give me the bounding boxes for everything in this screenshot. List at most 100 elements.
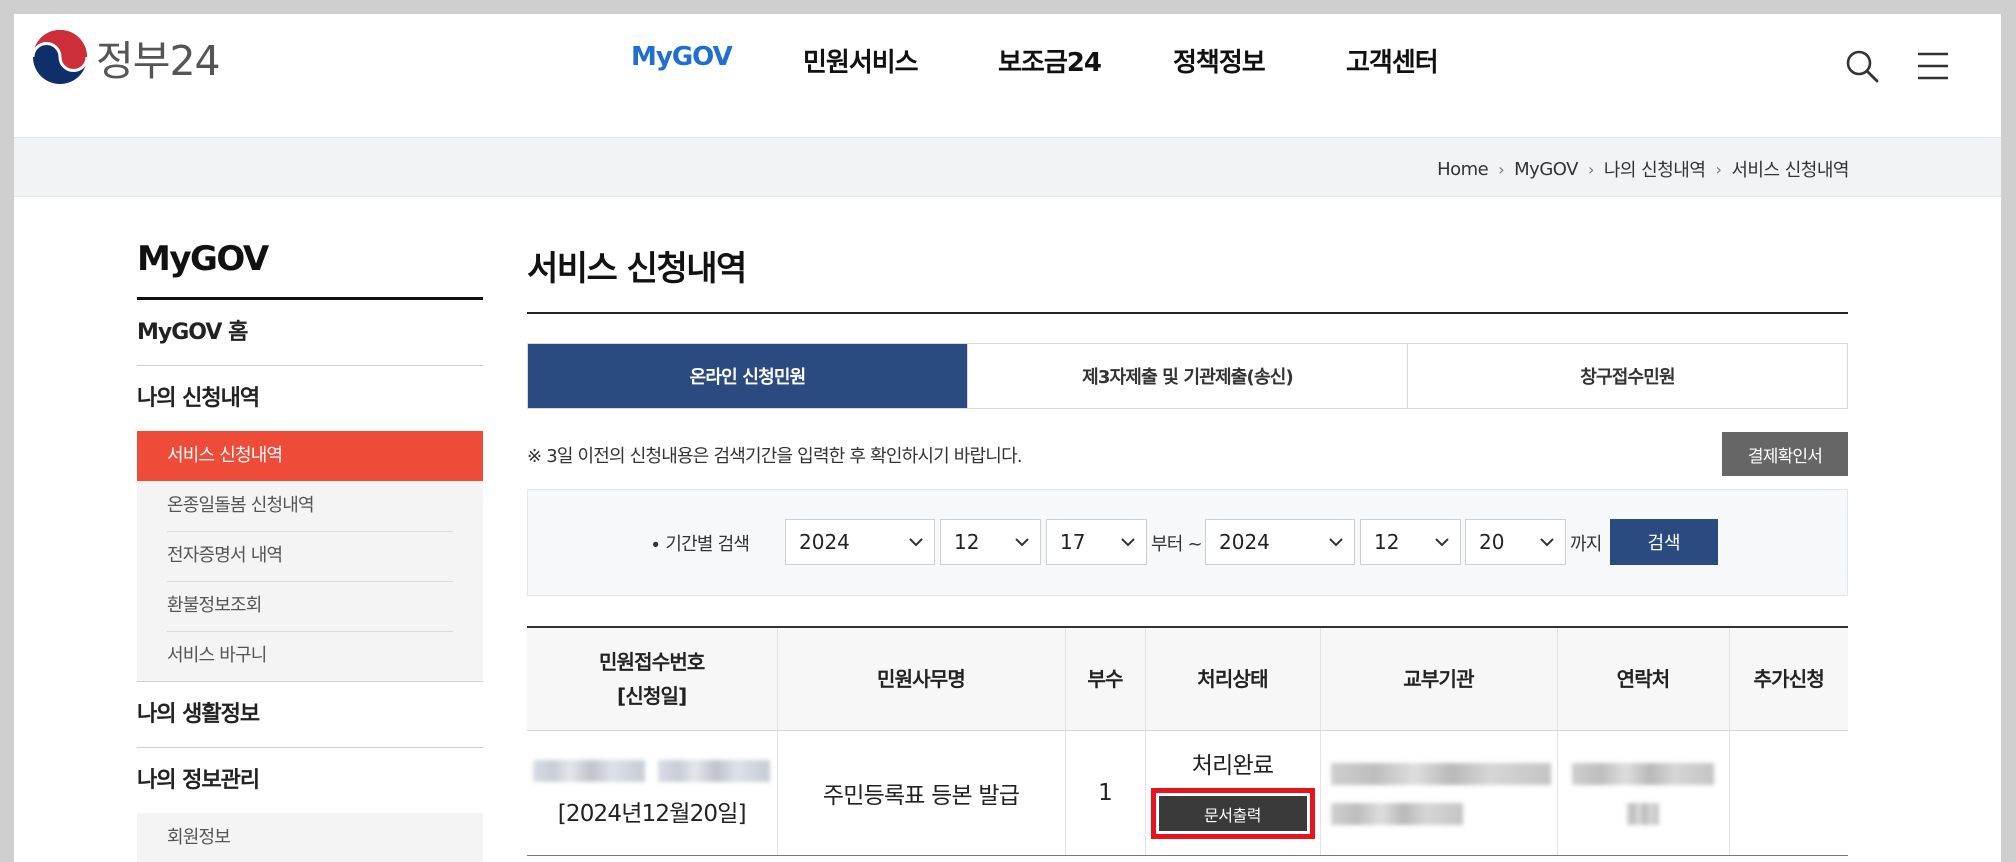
redacted-text	[1627, 802, 1659, 825]
chevron-down-icon	[1015, 538, 1029, 547]
sidebar-item-all-day-care[interactable]: 온종일돌봄 신청내역	[137, 481, 483, 531]
main-content: 서비스 신청내역 온라인 신청민원 제3자제출 및 기관제출(송신) 창구접수민…	[527, 197, 1848, 856]
status-text: 처리완료	[1191, 753, 1274, 779]
chevron-down-icon	[909, 538, 923, 547]
redacted-text	[533, 760, 646, 782]
sidebar-item-mygov-home[interactable]: MyGOV 홈	[137, 300, 483, 366]
sidebar-item-service-applications[interactable]: 서비스 신청내역	[137, 431, 483, 481]
from-month-select[interactable]: 12	[940, 519, 1041, 565]
column-header-additional-request: 추가신청	[1728, 627, 1848, 731]
chevron-down-icon	[1435, 538, 1449, 547]
nav-mygov[interactable]: MyGOV	[631, 42, 733, 72]
page: 정부24 MyGOV 민원서비스 보조금24 정책정보 고객센터 Home › …	[14, 14, 2001, 862]
print-document-button[interactable]: 문서출력	[1158, 796, 1307, 831]
table-header-row: 민원접수번호 [신청일] 민원사무명 부수 처리상태 교부기관 연락처 추가신청	[527, 627, 1848, 731]
sidebar: MyGOV MyGOV 홈 나의 신청내역 서비스 신청내역 온종일돌봄 신청내…	[137, 197, 483, 862]
column-header-receipt-number: 민원접수번호 [신청일]	[527, 627, 777, 731]
hamburger-menu-icon[interactable]	[1915, 48, 1951, 84]
search-icon[interactable]	[1844, 48, 1880, 84]
from-text: 부터 ~	[1151, 534, 1203, 555]
status-wrap: 처리완료 문서출력	[1146, 746, 1320, 839]
cell-receipt-number: [2024년12월20일]	[527, 730, 777, 856]
redacted-text	[658, 760, 770, 782]
breadcrumb-mygov[interactable]: MyGOV	[1514, 159, 1578, 180]
nav-subsidy24[interactable]: 보조금24	[998, 42, 1102, 79]
search-button[interactable]: 검색	[1610, 519, 1718, 565]
table-row: [2024년12월20일] 주민등록표 등본 발급 1 처리완료 문서출력	[527, 730, 1848, 856]
period-search-label-text: 기간별 검색	[665, 534, 750, 555]
cell-contact	[1556, 730, 1729, 856]
page-title: 서비스 신청내역	[527, 241, 1848, 314]
to-day-value: 20	[1479, 530, 1505, 554]
notice-row: ※ 3일 이전의 신청내용은 검색기간을 입력한 후 확인하시기 바랍니다. 결…	[527, 409, 1848, 489]
redacted-text	[1330, 763, 1551, 785]
highlight-frame: 문서출력	[1150, 788, 1315, 839]
column-header-receipt-number-text: 민원접수번호	[598, 649, 705, 674]
to-month-select[interactable]: 12	[1360, 519, 1461, 565]
period-search-box: ∙ 기간별 검색 2024 12 17 부터 ~ 2024 12 20 까지 검…	[527, 489, 1848, 596]
cell-issuing-agency	[1319, 730, 1557, 856]
redacted-text	[1572, 763, 1714, 785]
cell-service-name[interactable]: 주민등록표 등본 발급	[776, 730, 1065, 856]
chevron-right-icon: ›	[1587, 159, 1594, 179]
nav-civil-service[interactable]: 민원서비스	[803, 42, 919, 79]
from-day-value: 17	[1060, 530, 1086, 554]
cell-status: 처리완료 문서출력	[1144, 730, 1320, 856]
from-day-select[interactable]: 17	[1046, 519, 1147, 565]
notice-text: ※ 3일 이전의 신청내용은 검색기간을 입력한 후 확인하시기 바랍니다.	[527, 446, 1023, 467]
chevron-down-icon	[1329, 538, 1343, 547]
sidebar-submenu: 서비스 신청내역 온종일돌봄 신청내역 전자증명서 내역 환불정보조회 서비스 …	[137, 431, 483, 682]
chevron-right-icon: ›	[1498, 159, 1505, 179]
column-header-copies: 부수	[1064, 627, 1145, 731]
breadcrumb-home[interactable]: Home	[1437, 159, 1489, 180]
column-header-service-name: 민원사무명	[776, 627, 1065, 731]
sidebar-item-info-management[interactable]: 나의 정보관리	[137, 748, 483, 814]
to-text: 까지	[1570, 534, 1602, 555]
from-month-value: 12	[954, 530, 980, 554]
header: 정부24 MyGOV 민원서비스 보조금24 정책정보 고객센터	[14, 14, 2001, 137]
breadcrumb-bar: Home › MyGOV › 나의 신청내역 › 서비스 신청내역	[14, 137, 2001, 197]
receipt-number-redacted	[527, 758, 777, 784]
sidebar-item-service-basket[interactable]: 서비스 바구니	[137, 631, 483, 681]
tab-counter-applications[interactable]: 창구접수민원	[1407, 344, 1847, 408]
tabs: 온라인 신청민원 제3자제출 및 기관제출(송신) 창구접수민원	[527, 343, 1848, 409]
sidebar-menu: MyGOV 홈 나의 신청내역 서비스 신청내역 온종일돌봄 신청내역 전자증명…	[137, 300, 483, 862]
agency-redacted	[1321, 761, 1557, 825]
to-day-select[interactable]: 20	[1465, 519, 1566, 565]
application-date: [2024년12월20일]	[557, 800, 747, 827]
column-header-application-date-text: [신청일]	[617, 683, 687, 708]
applications-table: 민원접수번호 [신청일] 민원사무명 부수 처리상태 교부기관 연락처 추가신청	[527, 626, 1848, 856]
to-month-value: 12	[1374, 530, 1400, 554]
sidebar-submenu-info: 회원정보	[137, 813, 483, 862]
column-header-contact: 연락처	[1556, 627, 1729, 731]
tab-online-applications[interactable]: 온라인 신청민원	[528, 344, 967, 408]
payment-receipt-button[interactable]: 결제확인서	[1722, 432, 1848, 476]
contact-redacted	[1558, 761, 1729, 825]
cell-copies: 1	[1064, 730, 1145, 856]
breadcrumb-current: 서비스 신청내역	[1731, 160, 1849, 181]
column-header-status: 처리상태	[1144, 627, 1320, 731]
sidebar-item-my-applications[interactable]: 나의 신청내역	[137, 366, 483, 432]
sidebar-title: MyGOV	[137, 239, 483, 300]
nav-customer-center[interactable]: 고객센터	[1346, 42, 1439, 79]
sidebar-item-life-info[interactable]: 나의 생활정보	[137, 682, 483, 748]
to-year-value: 2024	[1219, 530, 1270, 554]
breadcrumb: Home › MyGOV › 나의 신청내역 › 서비스 신청내역	[1437, 156, 1849, 182]
period-search-label: ∙ 기간별 검색	[650, 534, 750, 555]
column-header-issuing-agency: 교부기관	[1319, 627, 1557, 731]
from-year-value: 2024	[799, 530, 850, 554]
chevron-down-icon	[1121, 538, 1135, 547]
main-nav: MyGOV 민원서비스 보조금24 정책정보 고객센터	[14, 42, 2001, 92]
breadcrumb-my-applications[interactable]: 나의 신청내역	[1604, 156, 1706, 182]
to-year-select[interactable]: 2024	[1205, 519, 1355, 565]
sidebar-item-member-info[interactable]: 회원정보	[137, 813, 483, 862]
cell-additional-request	[1728, 730, 1848, 856]
sidebar-item-refund-info[interactable]: 환불정보조회	[137, 581, 483, 631]
chevron-right-icon: ›	[1715, 159, 1722, 179]
sidebar-item-e-certificates[interactable]: 전자증명서 내역	[137, 531, 483, 581]
redacted-text	[1330, 802, 1463, 825]
tab-third-party-submission[interactable]: 제3자제출 및 기관제출(송신)	[967, 344, 1407, 408]
from-year-select[interactable]: 2024	[785, 519, 935, 565]
chevron-down-icon	[1540, 538, 1554, 547]
nav-policy-info[interactable]: 정책정보	[1173, 42, 1266, 79]
